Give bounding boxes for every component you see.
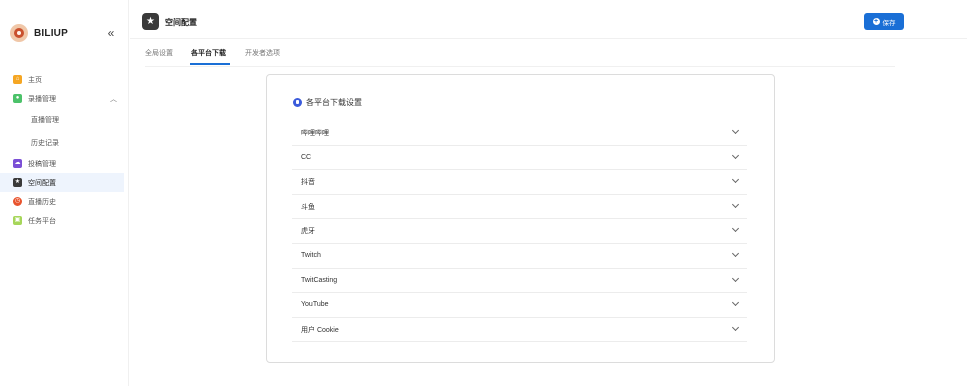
star-icon: ★ bbox=[142, 13, 159, 30]
sidebar-item-live-history[interactable]: ◷ 直播历史 bbox=[0, 192, 128, 211]
chevron-down-icon bbox=[731, 151, 740, 159]
collapse-item-user-cookie[interactable]: 用户 Cookie bbox=[292, 318, 747, 343]
tab-developer-options[interactable]: 开发者选项 bbox=[245, 48, 280, 58]
brand[interactable]: BILIUP bbox=[10, 22, 68, 44]
sidebar-item-space-config[interactable]: ★ 空间配置 bbox=[0, 173, 124, 192]
sidebar: BILIUP « ⌂ 主页 ● 录播管理 ︿ 直播管理 历史记录 ☁ 投稿管理 … bbox=[0, 0, 129, 386]
upload-icon: ☁ bbox=[13, 159, 22, 168]
sidebar-item-label: 直播管理 bbox=[31, 116, 59, 124]
collapse-item-label: TwitCasting bbox=[301, 276, 338, 284]
brand-name: BILIUP bbox=[34, 27, 68, 39]
collapse-item-label: 哔哩哔哩 bbox=[301, 129, 329, 137]
sidebar-item-task-platform[interactable]: ▣ 任务平台 bbox=[0, 211, 128, 230]
settings-icon bbox=[293, 98, 302, 107]
chevron-up-icon[interactable]: ︿ bbox=[110, 94, 117, 104]
sidebar-item-upload[interactable]: ☁ 投稿管理 bbox=[0, 154, 128, 173]
chevron-down-icon bbox=[731, 299, 740, 307]
page-title: 空间配置 bbox=[165, 18, 197, 27]
sidebar-item-label: 任务平台 bbox=[28, 217, 56, 225]
collapse-item-cc[interactable]: CC bbox=[292, 146, 747, 171]
sidebar-subitem-live[interactable]: 直播管理 bbox=[0, 108, 128, 131]
chevron-down-icon bbox=[731, 323, 740, 331]
save-button-label: 保存 bbox=[882, 19, 896, 27]
chevron-down-icon bbox=[731, 200, 740, 208]
tab-global-settings[interactable]: 全局设置 bbox=[145, 48, 173, 58]
collapse-sidebar-icon[interactable]: « bbox=[103, 26, 119, 42]
tab-platform-download[interactable]: 各平台下载 bbox=[191, 48, 226, 58]
tabs: 全局设置 各平台下载 开发者选项 bbox=[145, 42, 895, 67]
sidebar-item-label: 投稿管理 bbox=[28, 160, 56, 168]
active-tab-indicator bbox=[190, 63, 230, 65]
collapse-item-huya[interactable]: 虎牙 bbox=[292, 219, 747, 244]
chevron-down-icon bbox=[731, 176, 740, 184]
sidebar-item-label: 主页 bbox=[28, 76, 42, 84]
plus-icon: + bbox=[872, 18, 880, 25]
sidebar-item-label: 空间配置 bbox=[28, 179, 56, 187]
sidebar-nav: ⌂ 主页 ● 录播管理 ︿ 直播管理 历史记录 ☁ 投稿管理 ★ 空间配置 ◷ … bbox=[0, 70, 128, 230]
clock-icon: ◷ bbox=[13, 197, 22, 206]
card-title: 各平台下载设置 bbox=[293, 97, 362, 108]
collapse-item-label: 斗鱼 bbox=[301, 203, 315, 211]
collapse-item-twitch[interactable]: Twitch bbox=[292, 244, 747, 269]
record-icon: ● bbox=[13, 94, 22, 103]
page-header: ★ 空间配置 + 保存 bbox=[130, 0, 967, 39]
collapse-item-douyu[interactable]: 斗鱼 bbox=[292, 195, 747, 220]
collapse-item-label: Twitch bbox=[301, 252, 321, 260]
card-title-text: 各平台下载设置 bbox=[306, 98, 362, 107]
chevron-down-icon bbox=[731, 126, 740, 135]
sidebar-item-label: 历史记录 bbox=[31, 139, 59, 147]
sidebar-subitem-history[interactable]: 历史记录 bbox=[0, 131, 128, 154]
sidebar-item-label: 录播管理 bbox=[28, 95, 56, 103]
star-icon: ★ bbox=[13, 178, 22, 187]
collapse-item-youtube[interactable]: YouTube bbox=[292, 293, 747, 318]
collapse-item-label: 用户 Cookie bbox=[301, 326, 339, 334]
collapse-item-label: 虎牙 bbox=[301, 228, 315, 236]
chevron-down-icon bbox=[731, 274, 740, 282]
collapse-item-label: YouTube bbox=[301, 301, 329, 309]
collapse-item-twitcasting[interactable]: TwitCasting bbox=[292, 269, 747, 294]
collapse-list: 哔哩哔哩 CC 抖音 斗鱼 虎牙 Twitch TwitCasting YouT… bbox=[292, 121, 747, 343]
collapse-item-douyin[interactable]: 抖音 bbox=[292, 170, 747, 195]
collapse-item-label: CC bbox=[301, 153, 312, 161]
collapse-item-label: 抖音 bbox=[301, 178, 315, 186]
chevron-down-icon bbox=[731, 225, 740, 233]
logo bbox=[10, 24, 28, 42]
sidebar-item-recording[interactable]: ● 录播管理 ︿ bbox=[0, 89, 128, 108]
save-button[interactable]: + 保存 bbox=[864, 13, 904, 30]
home-icon: ⌂ bbox=[13, 75, 22, 84]
sidebar-item-home[interactable]: ⌂ 主页 bbox=[0, 70, 128, 89]
task-icon: ▣ bbox=[13, 216, 22, 225]
collapse-item-bilibili[interactable]: 哔哩哔哩 bbox=[292, 121, 747, 146]
platform-download-card: 各平台下载设置 哔哩哔哩 CC 抖音 斗鱼 虎牙 Twitch TwitCast… bbox=[266, 74, 775, 363]
sidebar-item-label: 直播历史 bbox=[28, 198, 56, 206]
chevron-down-icon bbox=[731, 249, 740, 258]
